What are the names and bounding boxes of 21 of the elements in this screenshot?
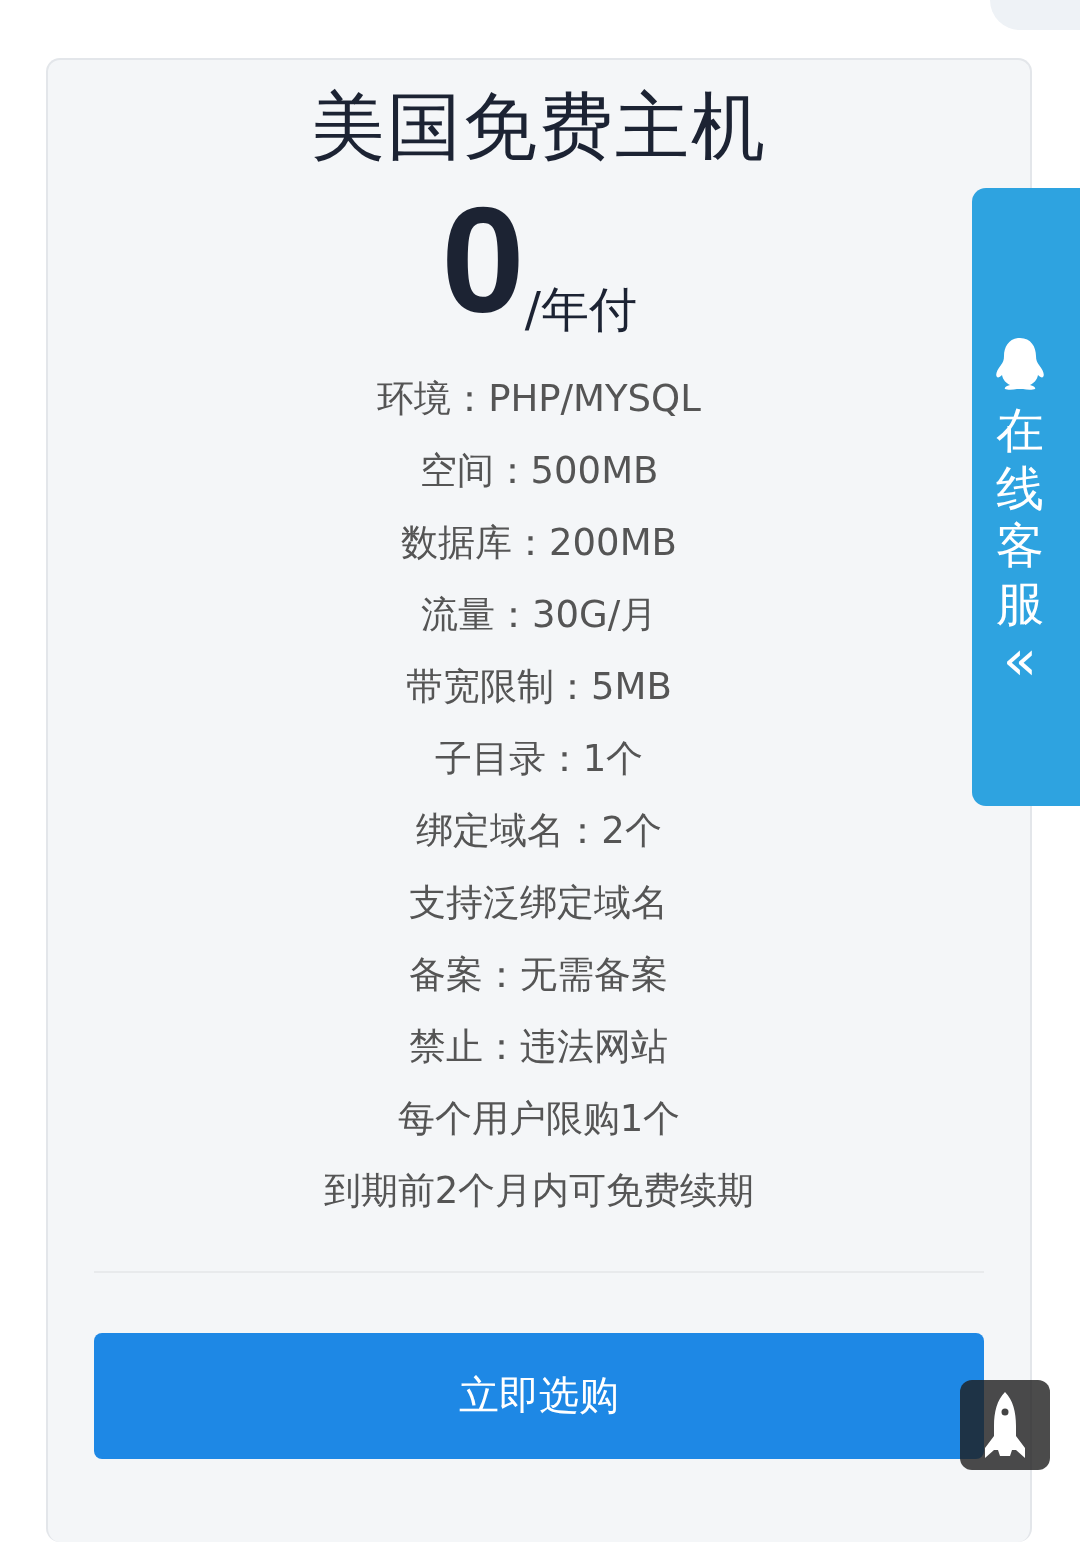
feature-text: 到期前2个月内可免费续期 — [323, 1167, 755, 1214]
plan-title: 美国免费主机 — [311, 82, 767, 171]
feature-text: 带宽限制：5MB — [406, 663, 672, 710]
price-amount: 0 — [441, 184, 525, 335]
feature-text: 流量：30G/月 — [420, 591, 658, 638]
price-unit: /年付 — [524, 284, 637, 333]
feature-text: 每个用户限购1个 — [397, 1095, 681, 1142]
back-to-top-button[interactable] — [960, 1380, 1050, 1470]
feature-text: 支持泛绑定域名 — [409, 879, 669, 926]
feature-text: 环境：PHP/MYSQL — [377, 375, 701, 422]
feature-text: 数据库：200MB — [401, 519, 677, 566]
collapse-chevron: « — [1002, 632, 1038, 689]
feature-text: 空间：500MB — [419, 447, 659, 494]
feature-text: 备案：无需备案 — [409, 951, 669, 998]
feature-text: 子目录：1个 — [434, 735, 644, 782]
buy-button[interactable]: 立即选购 — [94, 1332, 984, 1459]
online-service-label: 在线客服 — [996, 402, 1044, 633]
online-service-tab[interactable]: 在线客服 « — [972, 188, 1080, 806]
feature-text: 禁止：违法网站 — [409, 1023, 669, 1070]
feature-text: 绑定域名：2个 — [416, 807, 662, 854]
rocket-icon — [983, 1392, 1027, 1458]
